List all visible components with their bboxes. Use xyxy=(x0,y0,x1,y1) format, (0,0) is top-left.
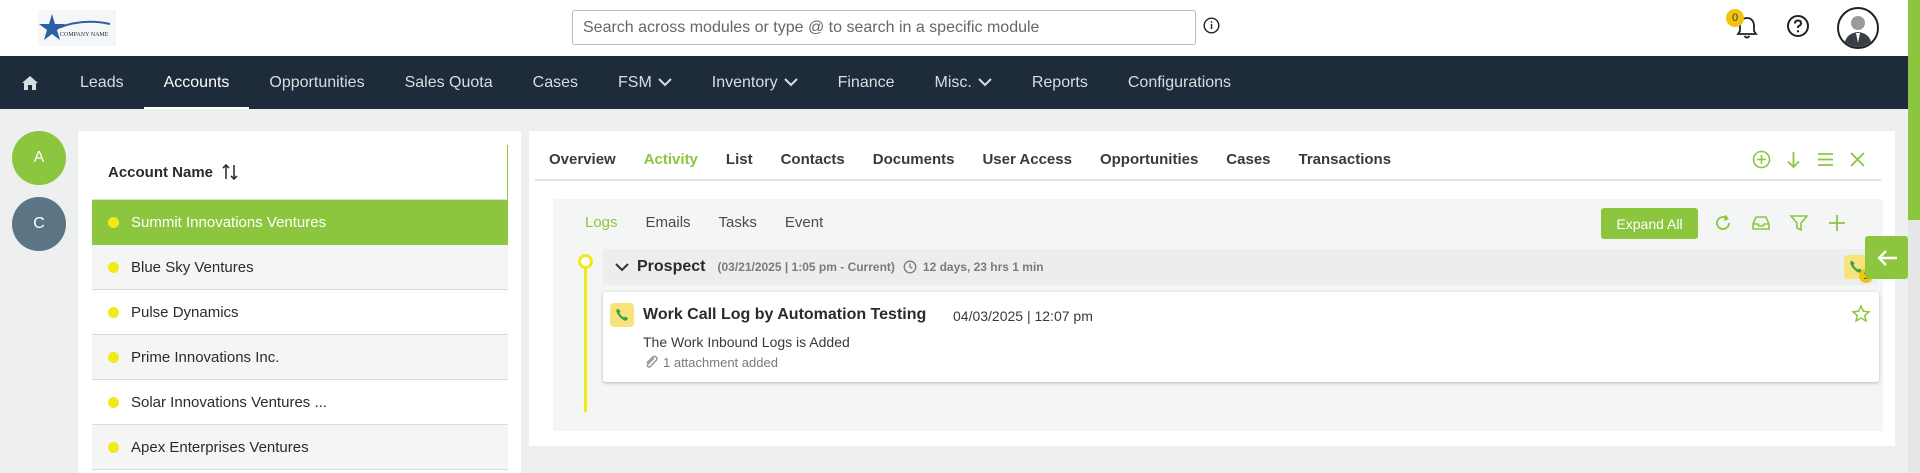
nav-sales-quota[interactable]: Sales Quota xyxy=(385,56,513,109)
timeline-node xyxy=(578,254,593,269)
status-dot xyxy=(108,396,119,408)
sort-icon[interactable] xyxy=(221,163,239,181)
stage-title: Prospect xyxy=(637,258,706,275)
tab-documents[interactable]: Documents xyxy=(859,151,969,168)
nav-opportunities[interactable]: Opportunities xyxy=(249,56,384,109)
menu-icon[interactable] xyxy=(1816,150,1835,169)
account-row[interactable]: Summit Innovations Ventures xyxy=(92,200,508,245)
chevron-down-icon xyxy=(658,78,672,87)
global-search[interactable] xyxy=(572,10,1196,45)
company-logo[interactable]: COMPANY NAME xyxy=(38,10,116,46)
subtab-logs[interactable]: Logs xyxy=(571,214,632,231)
status-dot xyxy=(108,441,119,453)
account-row[interactable]: Prime Innovations Inc. xyxy=(92,335,508,380)
account-name-column-header[interactable]: Account Name xyxy=(92,145,508,200)
tab-user-access[interactable]: User Access xyxy=(968,151,1086,168)
subtab-emails[interactable]: Emails xyxy=(632,214,705,231)
timeline-line xyxy=(584,259,587,412)
status-dot xyxy=(108,261,119,273)
log-description: The Work Inbound Logs is Added xyxy=(643,334,850,350)
chevron-down-icon xyxy=(978,78,992,87)
arrow-down-icon[interactable] xyxy=(1784,150,1803,169)
star-icon[interactable] xyxy=(1851,304,1871,324)
status-dot xyxy=(108,351,119,363)
account-list-panel: Account Name Summit Innovations Ventures… xyxy=(78,131,521,473)
log-entry[interactable]: Work Call Log by Automation Testing 04/0… xyxy=(603,292,1879,382)
log-timestamp: 04/03/2025 | 12:07 pm xyxy=(953,308,1093,324)
nav-accounts[interactable]: Accounts xyxy=(143,56,250,109)
nav-inventory[interactable]: Inventory xyxy=(692,56,818,109)
letter-filter-c[interactable]: C xyxy=(12,197,66,251)
tab-transactions[interactable]: Transactions xyxy=(1285,151,1406,168)
status-dot xyxy=(108,306,119,318)
arrow-left-icon xyxy=(1876,249,1897,266)
nav-cases[interactable]: Cases xyxy=(513,56,598,109)
account-row[interactable]: Pulse Dynamics xyxy=(92,290,508,335)
log-attachment[interactable]: 1 attachment added xyxy=(643,354,778,370)
main-nav: Leads Accounts Opportunities Sales Quota… xyxy=(0,56,1908,109)
refresh-icon[interactable] xyxy=(1713,213,1733,233)
expand-all-button[interactable]: Expand All xyxy=(1601,208,1698,239)
account-list: Summit Innovations Ventures Blue Sky Ven… xyxy=(92,200,508,470)
tab-opportunities[interactable]: Opportunities xyxy=(1086,151,1212,168)
account-row[interactable]: Solar Innovations Ventures ... xyxy=(92,380,508,425)
inbox-icon[interactable] xyxy=(1751,213,1771,233)
help-icon[interactable] xyxy=(1786,14,1810,38)
nav-finance[interactable]: Finance xyxy=(818,56,915,109)
stage-header[interactable]: Prospect (03/21/2025 | 1:05 pm - Current… xyxy=(603,249,1877,285)
subtab-event[interactable]: Event xyxy=(771,214,837,231)
page-scrollbar-thumb[interactable] xyxy=(1908,0,1920,220)
user-avatar[interactable] xyxy=(1837,7,1879,49)
account-row[interactable]: Apex Enterprises Ventures xyxy=(92,425,508,470)
home-icon xyxy=(22,75,38,90)
activity-area: Logs Emails Tasks Event Expand All Prosp… xyxy=(553,199,1883,431)
nav-reports[interactable]: Reports xyxy=(1012,56,1108,109)
collapse-panel-button[interactable] xyxy=(1865,236,1908,279)
account-name-header-label: Account Name xyxy=(108,163,214,181)
filter-icon[interactable] xyxy=(1789,213,1809,233)
activity-toolbar xyxy=(1713,213,1847,233)
nav-misc[interactable]: Misc. xyxy=(915,56,1012,109)
letter-filter-a[interactable]: A xyxy=(12,131,66,185)
paperclip-icon xyxy=(646,355,658,368)
stage-duration: 12 days, 23 hrs 1 min xyxy=(922,260,1044,274)
stage-dates: (03/21/2025 | 1:05 pm - Current) xyxy=(717,260,895,274)
status-dot xyxy=(108,216,119,228)
tab-contacts[interactable]: Contacts xyxy=(767,151,859,168)
tab-overview[interactable]: Overview xyxy=(535,151,630,168)
logo-text: COMPANY NAME xyxy=(60,32,109,38)
phone-icon xyxy=(610,303,634,327)
clock-icon xyxy=(903,260,917,274)
home-button[interactable] xyxy=(0,56,60,109)
close-icon[interactable] xyxy=(1848,150,1867,169)
detail-tabs: Overview Activity List Contacts Document… xyxy=(535,139,1881,181)
notification-badge: 0 xyxy=(1726,9,1744,27)
tab-list[interactable]: List xyxy=(712,151,767,168)
chevron-down-icon[interactable] xyxy=(615,262,629,272)
tab-cases[interactable]: Cases xyxy=(1212,151,1284,168)
chevron-down-icon xyxy=(783,78,798,87)
subtab-tasks[interactable]: Tasks xyxy=(705,214,771,231)
plus-icon[interactable] xyxy=(1827,213,1847,233)
nav-configurations[interactable]: Configurations xyxy=(1108,56,1251,109)
nav-leads[interactable]: Leads xyxy=(60,56,144,109)
detail-toolbar xyxy=(1752,150,1867,169)
info-icon[interactable] xyxy=(1203,17,1220,34)
log-title: Work Call Log by Automation Testing xyxy=(643,306,927,323)
account-row[interactable]: Blue Sky Ventures xyxy=(92,245,508,290)
account-detail-panel: Overview Activity List Contacts Document… xyxy=(529,131,1895,446)
search-input[interactable] xyxy=(583,18,1185,37)
nav-fsm[interactable]: FSM xyxy=(598,56,692,109)
top-header: COMPANY NAME 0 xyxy=(0,0,1908,56)
add-circle-icon[interactable] xyxy=(1752,150,1771,169)
tab-activity[interactable]: Activity xyxy=(630,151,712,168)
